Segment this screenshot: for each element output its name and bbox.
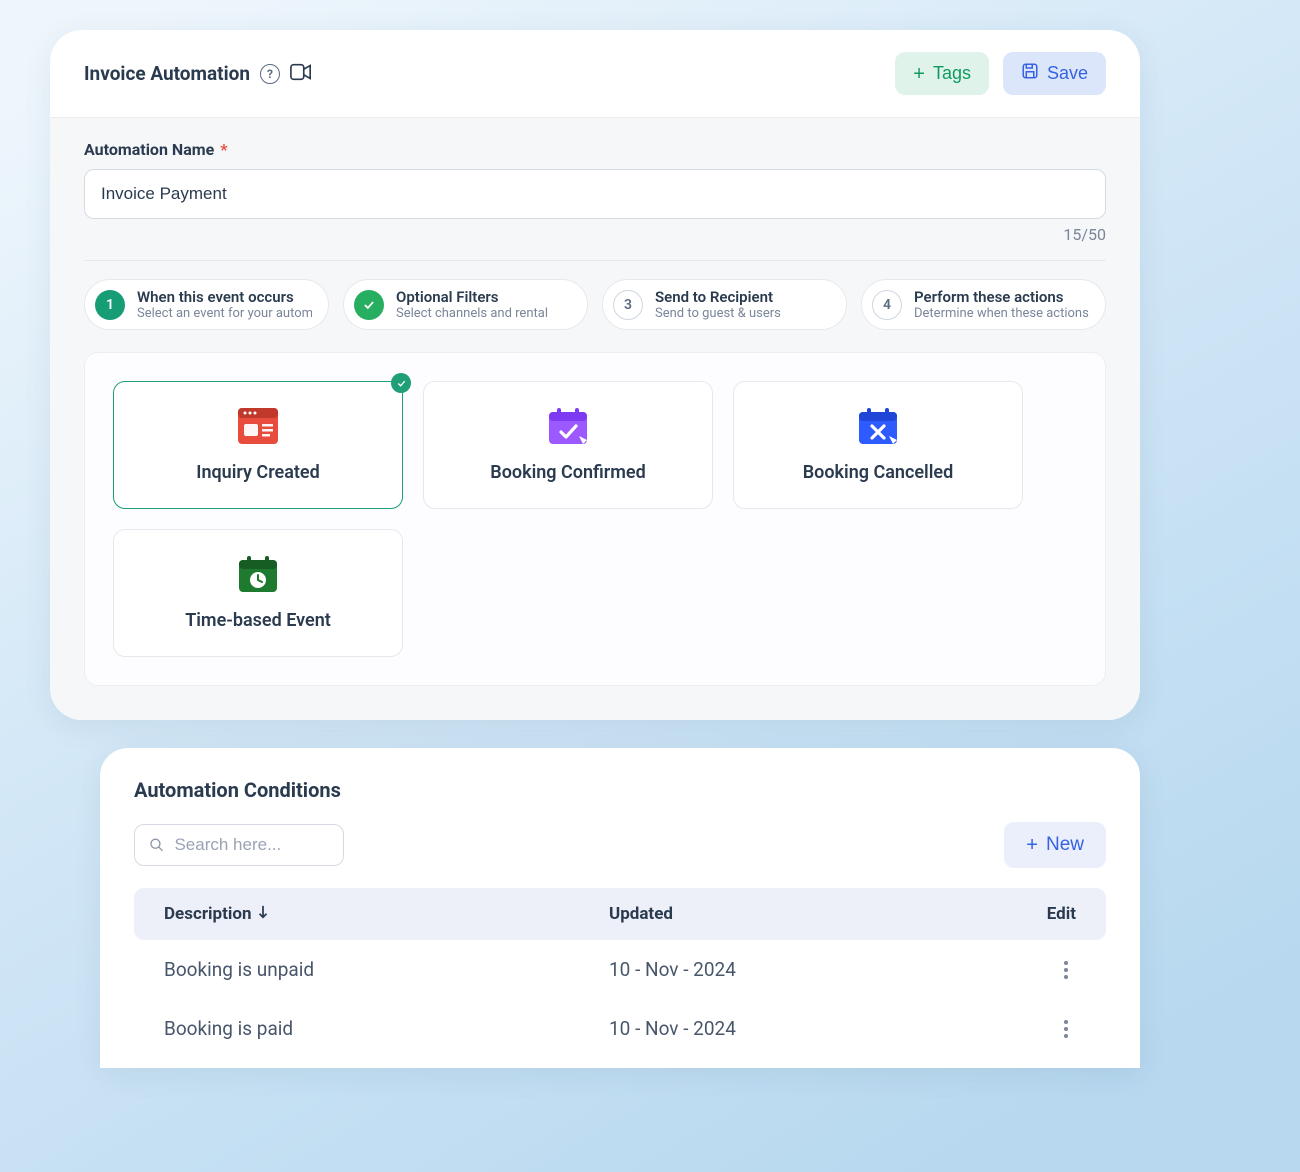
plus-icon: + xyxy=(913,64,925,84)
char-counter: 15/50 xyxy=(84,225,1106,244)
row-description: Booking is paid xyxy=(164,1017,609,1040)
calendar-clock-icon xyxy=(238,556,278,592)
page-title: Invoice Automation xyxy=(84,62,250,85)
step-recipient[interactable]: 3 Send to Recipient Send to guest & user… xyxy=(602,279,847,330)
form-area: Automation Name * 15/50 1 When this even… xyxy=(50,117,1140,720)
new-condition-button[interactable]: + New xyxy=(1004,822,1106,868)
table-row: Booking is paid 10 - Nov - 2024 xyxy=(134,999,1106,1058)
col-edit: Edit xyxy=(1016,904,1076,924)
conditions-table-header: Description Updated Edit xyxy=(134,888,1106,940)
automation-name-input[interactable] xyxy=(84,169,1106,219)
step-subtitle: Select an event for your automatic xyxy=(137,306,312,321)
step-title: Optional Filters xyxy=(396,288,548,306)
save-label: Save xyxy=(1047,63,1088,84)
col-description[interactable]: Description xyxy=(164,904,609,924)
topbar: Invoice Automation ? + Tags Save xyxy=(50,30,1140,117)
event-booking-cancelled[interactable]: Booking Cancelled xyxy=(733,381,1023,509)
table-row: Booking is unpaid 10 - Nov - 2024 xyxy=(134,940,1106,999)
tags-button[interactable]: + Tags xyxy=(895,52,989,95)
help-icon[interactable]: ? xyxy=(260,64,280,84)
step-title: Perform these actions xyxy=(914,288,1089,306)
step-title: Send to Recipient xyxy=(655,288,781,306)
automation-editor-card: Invoice Automation ? + Tags Save Automat… xyxy=(50,30,1140,720)
save-icon xyxy=(1021,62,1039,85)
topbar-left: Invoice Automation ? xyxy=(84,62,312,85)
row-updated: 10 - Nov - 2024 xyxy=(609,958,1016,981)
plus-icon: + xyxy=(1026,835,1038,855)
row-menu-icon[interactable] xyxy=(1056,1020,1076,1038)
tags-label: Tags xyxy=(933,63,971,84)
step-number: 4 xyxy=(872,290,902,320)
selected-check-icon xyxy=(391,373,411,393)
step-title: When this event occurs xyxy=(137,288,312,306)
col-updated[interactable]: Updated xyxy=(609,904,1016,924)
step-subtitle: Determine when these actions will fi xyxy=(914,306,1089,321)
required-mark: * xyxy=(220,140,227,159)
step-subtitle: Select channels and rental xyxy=(396,306,548,321)
search-input[interactable] xyxy=(174,835,329,855)
automation-conditions-card: Automation Conditions + New Description … xyxy=(100,748,1140,1068)
wizard-steps: 1 When this event occurs Select an event… xyxy=(84,260,1106,330)
conditions-toolbar: + New xyxy=(134,822,1106,868)
event-label: Booking Cancelled xyxy=(803,462,953,483)
save-button[interactable]: Save xyxy=(1003,52,1106,95)
new-label: New xyxy=(1046,834,1084,856)
step-subtitle: Send to guest & users xyxy=(655,306,781,321)
video-icon[interactable] xyxy=(290,63,312,85)
search-box[interactable] xyxy=(134,824,344,866)
sort-desc-icon xyxy=(257,904,269,924)
events-grid: Inquiry Created Booking Confirmed Bookin… xyxy=(113,381,1077,657)
name-label: Automation Name * xyxy=(84,140,1106,159)
search-icon xyxy=(149,836,164,854)
event-time-based[interactable]: Time-based Event xyxy=(113,529,403,657)
row-menu-icon[interactable] xyxy=(1056,961,1076,979)
topbar-actions: + Tags Save xyxy=(895,52,1106,95)
calendar-check-icon xyxy=(548,408,588,444)
calendar-x-icon xyxy=(858,408,898,444)
step-number: 1 xyxy=(95,290,125,320)
step-event[interactable]: 1 When this event occurs Select an event… xyxy=(84,279,329,330)
event-label: Inquiry Created xyxy=(196,462,319,483)
events-panel: Inquiry Created Booking Confirmed Bookin… xyxy=(84,352,1106,686)
row-description: Booking is unpaid xyxy=(164,958,609,981)
event-booking-confirmed[interactable]: Booking Confirmed xyxy=(423,381,713,509)
event-inquiry-created[interactable]: Inquiry Created xyxy=(113,381,403,509)
step-filters[interactable]: Optional Filters Select channels and ren… xyxy=(343,279,588,330)
step-number: 3 xyxy=(613,290,643,320)
step-check-icon xyxy=(354,290,384,320)
conditions-title: Automation Conditions xyxy=(134,778,1106,802)
event-label: Booking Confirmed xyxy=(490,462,645,483)
event-label: Time-based Event xyxy=(185,610,331,631)
step-actions[interactable]: 4 Perform these actions Determine when t… xyxy=(861,279,1106,330)
row-updated: 10 - Nov - 2024 xyxy=(609,1017,1016,1040)
browser-icon xyxy=(238,408,278,444)
